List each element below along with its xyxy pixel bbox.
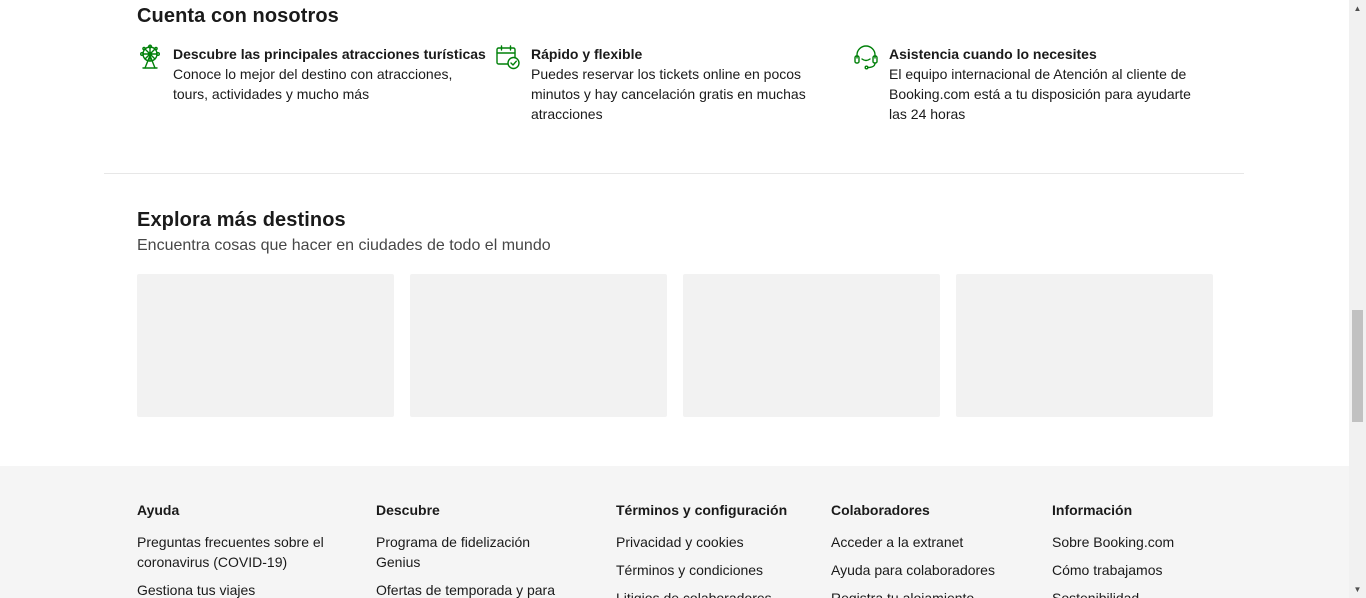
footer-link-manage-trips[interactable]: Gestiona tus viajes — [137, 580, 337, 598]
headset-icon — [853, 44, 879, 70]
feature-title: Rápido y flexible — [531, 46, 643, 62]
ferris-wheel-icon — [137, 44, 163, 70]
destination-card[interactable] — [410, 274, 667, 417]
calendar-check-icon — [495, 44, 521, 70]
destination-card[interactable] — [137, 274, 394, 417]
page: Cuenta con nosotros Descubre las princip… — [0, 0, 1349, 598]
footer-link-sustainability[interactable]: Sostenibilidad — [1052, 588, 1252, 598]
footer-link-extranet[interactable]: Acceder a la extranet — [831, 532, 1031, 552]
footer-heading: Información — [1052, 502, 1133, 518]
feature-title: Descubre las principales atracciones tur… — [173, 46, 486, 62]
footer-heading: Descubre — [376, 502, 440, 518]
footer-heading: Ayuda — [137, 502, 180, 518]
destination-card[interactable] — [683, 274, 940, 417]
footer-link-disputes[interactable]: Litigios de colaboradores — [616, 588, 816, 598]
explore-subtitle: Encuentra cosas que hacer en ciudades de… — [137, 237, 551, 254]
footer-link-genius[interactable]: Programa de fidelización Genius — [376, 532, 576, 572]
footer-column-partners: Colaboradores Acceder a la extranet Ayud… — [831, 500, 1031, 598]
footer-heading: Colaboradores — [831, 502, 930, 518]
footer-column-discover: Descubre Programa de fidelización Genius… — [376, 500, 576, 598]
feature-attractions: Descubre las principales atracciones tur… — [137, 44, 487, 104]
feature-description: Conoce lo mejor del destino con atraccio… — [173, 66, 453, 102]
trust-section-title: Cuenta con nosotros — [137, 5, 339, 27]
scroll-up-arrow-icon[interactable]: ▲ — [1349, 0, 1366, 17]
footer-column-terms: Términos y configuración Privacidad y co… — [616, 500, 816, 598]
footer-heading: Términos y configuración — [616, 502, 788, 518]
vertical-scrollbar[interactable]: ▲ ▼ — [1349, 0, 1366, 598]
footer-link-covid-faq[interactable]: Preguntas frecuentes sobre el coronaviru… — [137, 532, 337, 572]
scroll-down-arrow-icon[interactable]: ▼ — [1349, 581, 1366, 598]
section-divider — [104, 173, 1244, 174]
feature-description: El equipo internacional de Atención al c… — [889, 66, 1191, 122]
feature-title: Asistencia cuando lo necesites — [889, 46, 1097, 62]
footer-link-about[interactable]: Sobre Booking.com — [1052, 532, 1252, 552]
footer-link-privacy[interactable]: Privacidad y cookies — [616, 532, 816, 552]
feature-fast-flexible: Rápido y flexible Puedes reservar los ti… — [495, 44, 825, 124]
footer-link-terms[interactable]: Términos y condiciones — [616, 560, 816, 580]
footer-link-how-we-work[interactable]: Cómo trabajamos — [1052, 560, 1252, 580]
footer-column-info: Información Sobre Booking.com Cómo traba… — [1052, 500, 1252, 598]
feature-description: Puedes reservar los tickets online en po… — [531, 66, 806, 122]
destination-card[interactable] — [956, 274, 1213, 417]
footer-link-seasonal-deals[interactable]: Ofertas de temporada y para — [376, 580, 576, 598]
footer-link-register-property[interactable]: Registra tu alojamiento — [831, 588, 1031, 598]
feature-support: Asistencia cuando lo necesites El equipo… — [853, 44, 1203, 124]
scrollbar-thumb[interactable] — [1352, 310, 1363, 422]
footer: Ayuda Preguntas frecuentes sobre el coro… — [0, 466, 1349, 598]
explore-section-title: Explora más destinos — [137, 209, 346, 231]
footer-column-help: Ayuda Preguntas frecuentes sobre el coro… — [137, 500, 337, 598]
footer-link-partner-help[interactable]: Ayuda para colaboradores — [831, 560, 1031, 580]
